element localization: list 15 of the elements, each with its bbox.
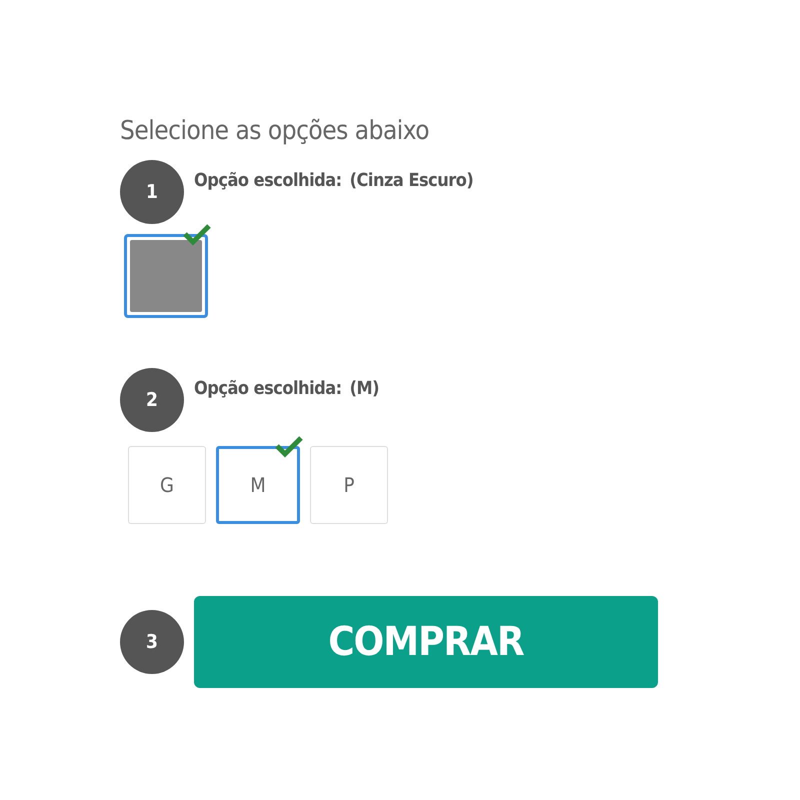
option-label: Opção escolhida: [194, 170, 342, 191]
check-icon [274, 434, 304, 458]
option-value: (Cinza Escuro) [350, 170, 474, 191]
buy-button[interactable]: COMPRAR [194, 596, 658, 688]
heading: Selecione as opções abaixo [120, 116, 430, 146]
size-option[interactable]: M [216, 446, 300, 524]
check-icon [182, 222, 212, 246]
size-option[interactable]: P [310, 446, 388, 524]
size-option[interactable]: G [128, 446, 206, 524]
color-swatch[interactable] [124, 234, 208, 318]
step-number: 3 [120, 610, 184, 674]
option-label: Opção escolhida: [194, 378, 342, 399]
step-number: 1 [120, 160, 184, 224]
step-number: 2 [120, 368, 184, 432]
option-value: (M) [350, 378, 380, 399]
